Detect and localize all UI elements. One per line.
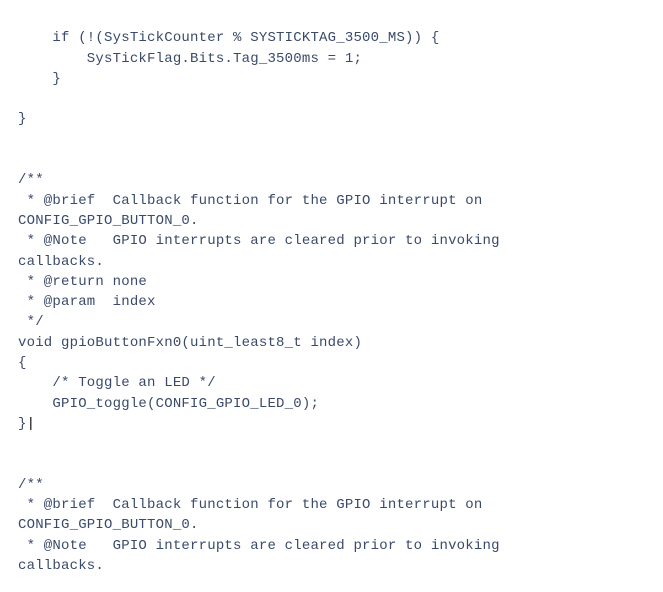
code-line: /**: [18, 477, 44, 493]
code-line: /**: [18, 172, 44, 188]
code-line: }|: [18, 416, 35, 432]
code-line: GPIO_toggle(CONFIG_GPIO_LED_0);: [18, 396, 319, 412]
code-line: SysTickFlag.Bits.Tag_3500ms = 1;: [18, 51, 362, 67]
code-line: void gpioButtonFxn0(uint_least8_t index): [18, 335, 362, 351]
code-line: }: [18, 71, 61, 87]
code-block: if (!(SysTickCounter % SYSTICKTAG_3500_M…: [0, 0, 663, 576]
code-line: }: [18, 111, 27, 127]
code-line: * @brief Callback function for the GPIO …: [18, 497, 482, 513]
code-line: if (!(SysTickCounter % SYSTICKTAG_3500_M…: [18, 30, 439, 46]
code-line: /* Toggle an LED */: [18, 375, 216, 391]
code-line: */: [18, 314, 44, 330]
code-line: {: [18, 355, 27, 371]
code-line: * @Note GPIO interrupts are cleared prio…: [18, 233, 500, 249]
code-line: * @Note GPIO interrupts are cleared prio…: [18, 538, 500, 554]
code-line: * @brief Callback function for the GPIO …: [18, 193, 482, 209]
code-line: CONFIG_GPIO_BUTTON_0.: [18, 213, 199, 229]
text-cursor: |: [27, 416, 36, 432]
code-line: * @return none: [18, 274, 147, 290]
code-line: * @param index: [18, 294, 156, 310]
code-line: callbacks.: [18, 558, 104, 574]
code-line: callbacks.: [18, 254, 104, 270]
code-line: CONFIG_GPIO_BUTTON_0.: [18, 517, 199, 533]
